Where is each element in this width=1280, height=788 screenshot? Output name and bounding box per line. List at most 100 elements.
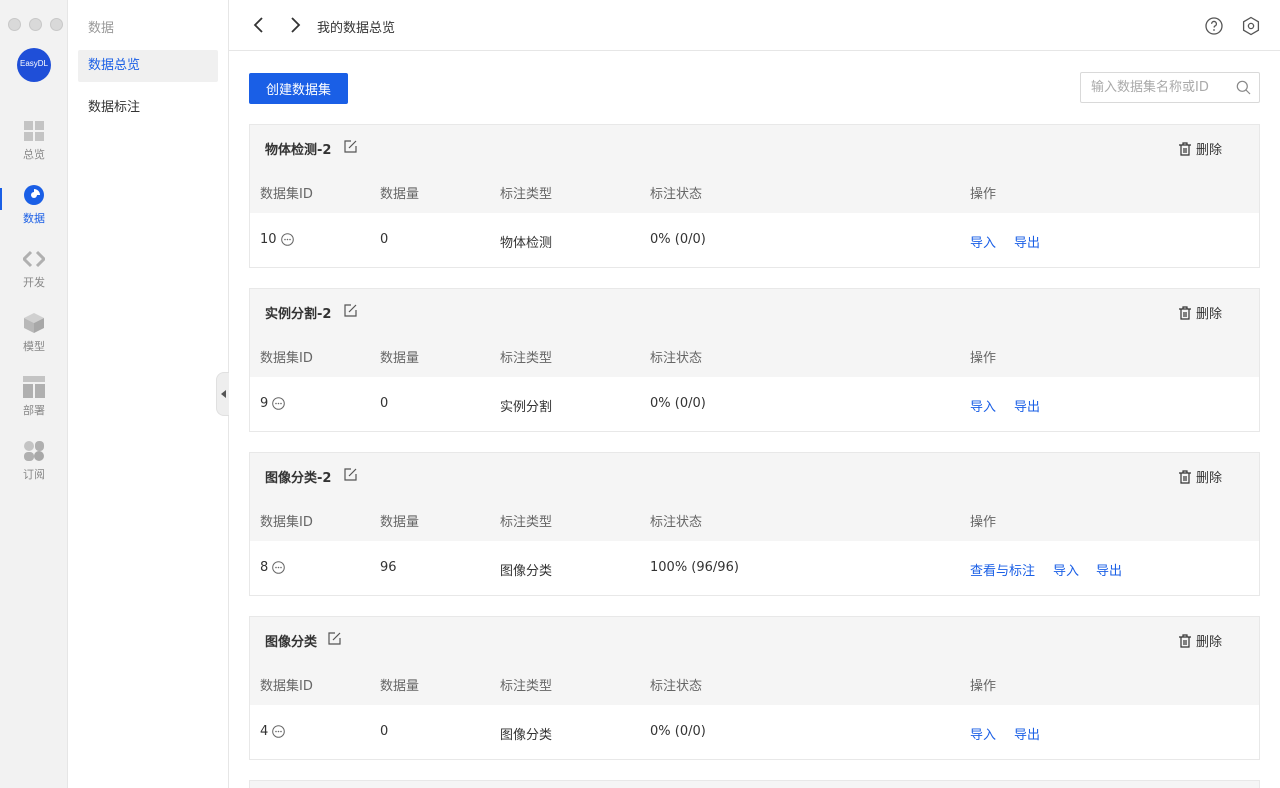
search-icon[interactable] (1236, 80, 1251, 95)
import-link[interactable]: 导入 (1053, 560, 1079, 579)
rail-item-overview[interactable]: 总览 (0, 120, 68, 176)
settings-gear-icon[interactable] (1241, 16, 1261, 36)
minimize-window-button[interactable] (29, 18, 42, 31)
column-header: 操作 (970, 351, 997, 366)
delete-label: 删除 (1195, 635, 1222, 650)
dataset-id-cell: 8 (260, 560, 286, 575)
data-count: 0 (380, 396, 389, 411)
edit-icon[interactable] (343, 467, 358, 482)
edit-icon[interactable] (327, 631, 342, 646)
view-and-annotate-link[interactable]: 查看与标注 (970, 560, 1035, 579)
data-count: 96 (380, 560, 397, 575)
trash-icon (1178, 141, 1191, 156)
trash-icon (1178, 633, 1191, 648)
dataset-card: 图像分类-2 删除 数据集ID 数据量 标注类型 标注状态 操作 8 96 图像… (249, 452, 1260, 596)
help-icon[interactable] (1204, 16, 1224, 36)
import-link[interactable]: 导入 (970, 396, 996, 415)
dataset-id: 4 (260, 724, 269, 739)
rail-item-model[interactable]: 模型 (0, 312, 68, 368)
data-count: 0 (380, 724, 389, 739)
delete-dataset-button[interactable]: 删除 (1178, 303, 1222, 322)
pie-chart-icon (24, 185, 44, 205)
table-header: 数据集ID 数据量 标注类型 标注状态 操作 (250, 497, 1259, 541)
delete-dataset-button[interactable]: 删除 (1178, 139, 1222, 158)
delete-dataset-button[interactable]: 删除 (1178, 467, 1222, 486)
import-link[interactable]: 导入 (970, 232, 996, 251)
annotation-type: 物体检测 (500, 236, 553, 251)
dataset-card-header: 图像分类 删除 (250, 617, 1259, 661)
rail-item-develop[interactable]: 开发 (0, 248, 68, 304)
table-row: 8 96 图像分类 100% (96/96) 查看与标注 导入 导出 (250, 541, 1259, 595)
sidebar-item-annotate[interactable]: 数据标注 (78, 92, 218, 124)
clover-icon (24, 441, 44, 461)
annotation-type: 图像分类 (500, 728, 553, 743)
table-row: 10 0 物体检测 0% (0/0) 导入 导出 (250, 213, 1259, 267)
delete-label: 删除 (1195, 471, 1222, 486)
data-count: 0 (380, 232, 389, 247)
sidebar-collapse-handle[interactable] (216, 372, 229, 416)
column-header: 数据集ID (260, 351, 313, 366)
export-link[interactable]: 导出 (1014, 724, 1040, 743)
rail-label: 订阅 (23, 468, 45, 481)
delete-dataset-button[interactable]: 删除 (1178, 631, 1222, 650)
export-link[interactable]: 导出 (1014, 396, 1040, 415)
create-dataset-button[interactable]: 创建数据集 (249, 73, 348, 104)
dataset-name: 图像分类-2 (265, 471, 332, 486)
trash-icon (1178, 305, 1191, 320)
dataset-id-cell: 9 (260, 396, 286, 411)
sidebar-item-overview[interactable]: 数据总览 (78, 50, 218, 82)
dataset-search-box (1080, 72, 1260, 103)
dataset-id: 8 (260, 560, 269, 575)
edit-icon[interactable] (343, 139, 358, 154)
app-rail: EasyDL 总览 数据 开发 模型 部署 订阅 (0, 0, 68, 788)
dataset-id-cell: 10 (260, 232, 294, 247)
table-header: 数据集ID 数据量 标注类型 标注状态 操作 (250, 661, 1259, 705)
table-row: 9 0 实例分割 0% (0/0) 导入 导出 (250, 377, 1259, 431)
annotation-type: 实例分割 (500, 400, 553, 415)
more-options-icon[interactable] (280, 233, 294, 246)
annotation-status: 0% (0/0) (650, 724, 706, 739)
dataset-search-input[interactable] (1081, 73, 1231, 102)
dataset-card-header: 图像分类-2 删除 (250, 453, 1259, 497)
rail-item-data[interactable]: 数据 (0, 184, 68, 240)
sidebar-title: 数据 (88, 21, 115, 36)
column-header: 标注状态 (650, 515, 703, 530)
export-link[interactable]: 导出 (1014, 232, 1040, 251)
column-header: 标注状态 (650, 351, 703, 366)
dataset-name: 图像分类 (265, 635, 318, 650)
top-header: 我的数据总览 (229, 0, 1280, 51)
dataset-card: 图像分类 删除 数据集ID 数据量 标注类型 标注状态 操作 4 0 图像分类 … (249, 616, 1260, 760)
export-link[interactable]: 导出 (1096, 560, 1122, 579)
forward-arrow-icon[interactable] (285, 15, 305, 35)
easydl-logo: EasyDL (17, 48, 51, 82)
table-header: 数据集ID 数据量 标注类型 标注状态 操作 (250, 169, 1259, 213)
page-title: 我的数据总览 (317, 21, 396, 36)
import-link[interactable]: 导入 (970, 724, 996, 743)
edit-icon[interactable] (343, 303, 358, 318)
annotation-type: 图像分类 (500, 564, 553, 579)
rail-item-subscribe[interactable]: 订阅 (0, 440, 68, 496)
more-options-icon[interactable] (272, 397, 286, 410)
code-brackets-icon (23, 250, 45, 268)
rail-item-deploy[interactable]: 部署 (0, 376, 68, 432)
table-row: 4 0 图像分类 0% (0/0) 导入 导出 (250, 705, 1259, 759)
column-header: 数据量 (380, 351, 420, 366)
column-header: 数据量 (380, 187, 420, 202)
column-header: 标注状态 (650, 187, 703, 202)
dataset-id-cell: 4 (260, 724, 286, 739)
dataset-card: 实例分割-2 删除 数据集ID 数据量 标注类型 标注状态 操作 9 0 实例分… (249, 288, 1260, 432)
rail-label: 开发 (23, 276, 45, 289)
window-controls (8, 18, 63, 31)
rail-label: 数据 (23, 212, 45, 225)
more-options-icon[interactable] (272, 725, 286, 738)
delete-label: 删除 (1195, 143, 1222, 158)
secondary-sidebar: 数据 数据总览 数据标注 (68, 0, 229, 788)
dataset-name: 实例分割-2 (265, 307, 332, 322)
table-header: 数据集ID 数据量 标注类型 标注状态 操作 (250, 333, 1259, 377)
back-arrow-icon[interactable] (249, 15, 269, 35)
close-window-button[interactable] (8, 18, 21, 31)
delete-label: 删除 (1195, 307, 1222, 322)
maximize-window-button[interactable] (50, 18, 63, 31)
more-options-icon[interactable] (272, 561, 286, 574)
column-header: 数据集ID (260, 187, 313, 202)
